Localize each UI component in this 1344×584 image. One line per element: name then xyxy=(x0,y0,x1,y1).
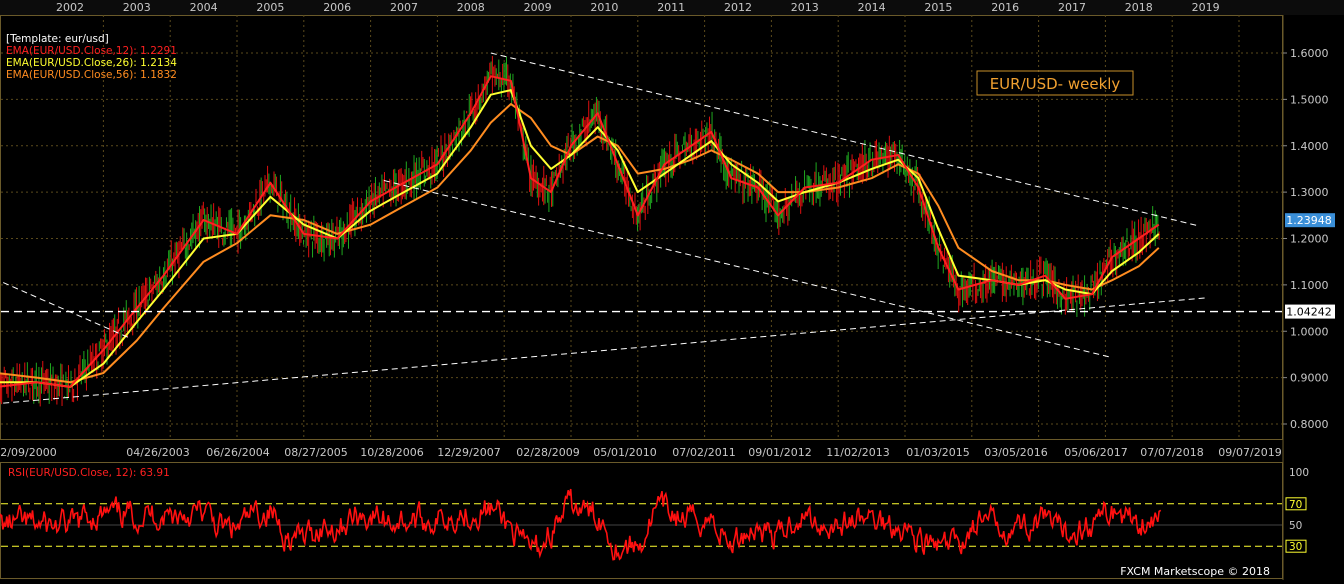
ema-lines xyxy=(0,75,1160,388)
price-tick-label: 1.0000 xyxy=(1290,325,1329,338)
rsi-line xyxy=(0,488,1162,561)
date-label: 07/02/2011 xyxy=(672,446,735,459)
date-label: 07/07/2018 xyxy=(1140,446,1203,459)
price-tick-label: 0.9000 xyxy=(1290,372,1329,385)
svg-text:1.23948: 1.23948 xyxy=(1286,214,1332,227)
price-tick-label: 1.3000 xyxy=(1290,186,1329,199)
price-tick-label: 1.2000 xyxy=(1290,233,1329,246)
svg-text:1.04242: 1.04242 xyxy=(1286,306,1332,319)
chart-title: EUR/USD- weekly xyxy=(990,75,1121,93)
price-axis: 1.6000 1.5000 1.4000 1.3000 1.2000 1.1000 1.00… xyxy=(1283,47,1329,431)
date-label: 06/26/2004 xyxy=(206,446,269,459)
date-label: 04/26/2003 xyxy=(126,446,189,459)
rsi-tick-label: 30 xyxy=(1289,541,1302,553)
year-label: 2006 xyxy=(323,1,351,14)
year-label: 2013 xyxy=(791,1,819,14)
date-label: 03/05/2016 xyxy=(984,446,1047,459)
date-label: 10/28/2006 xyxy=(360,446,423,459)
year-label: 2009 xyxy=(524,1,552,14)
date-label: 05/06/2017 xyxy=(1064,446,1127,459)
date-label: 05/01/2010 xyxy=(593,446,656,459)
legend-entry: EMA(EUR/USD.Close,56): 1.1832 xyxy=(6,69,177,81)
chart-title-box: EUR/USD- weekly xyxy=(976,70,1134,96)
chart-area[interactable]: 2002 2003 2004 2005 2006 2007 2008 2009 2010 2011… xyxy=(0,0,1344,580)
legend-entry: EMA(EUR/USD.Close,12): 1.2291 xyxy=(6,45,177,57)
support-level-badge: 1.04242 xyxy=(1285,304,1335,319)
date-label: 01/03/2015 xyxy=(906,446,969,459)
copyright: FXCM Marketscope © 2018 xyxy=(1120,565,1270,578)
year-label: 2005 xyxy=(256,1,284,14)
year-label: 2011 xyxy=(657,1,685,14)
date-axis: 12/09/2000 04/26/2003 06/26/2004 08/27/2005… xyxy=(0,446,1282,459)
ema-legend: EMA(EUR/USD.Close,12): 1.2291EMA(EUR/USD… xyxy=(6,45,177,81)
rsi-tick-label: 50 xyxy=(1289,520,1302,532)
date-label: 09/07/2019 xyxy=(1218,446,1281,459)
rsi-tick-label: 100 xyxy=(1289,467,1309,479)
price-tick-label: 1.1000 xyxy=(1290,279,1329,292)
price-tick-label: 1.6000 xyxy=(1290,47,1329,60)
year-label: 2012 xyxy=(724,1,752,14)
price-bars xyxy=(0,55,1160,407)
price-tick-label: 1.5000 xyxy=(1290,93,1329,106)
current-price-badge: 1.23948 xyxy=(1285,213,1335,228)
year-label: 2010 xyxy=(590,1,618,14)
legend-entry: EMA(EUR/USD.Close,26): 1.2134 xyxy=(6,57,177,69)
rsi-tick-label: 70 xyxy=(1289,499,1302,511)
rsi-series-line xyxy=(0,488,1162,561)
year-label: 2016 xyxy=(991,1,1019,14)
year-label: 2014 xyxy=(858,1,886,14)
date-label: 11/02/2013 xyxy=(826,446,889,459)
year-label: 2019 xyxy=(1192,1,1220,14)
long-term-support-trendline xyxy=(3,297,1206,404)
year-label: 2008 xyxy=(457,1,485,14)
date-label: 02/28/2009 xyxy=(516,446,579,459)
price-tick-label: 0.8000 xyxy=(1290,418,1329,431)
price-tick-label: 1.4000 xyxy=(1290,140,1329,153)
date-label: 12/29/2007 xyxy=(437,446,500,459)
year-label: 2015 xyxy=(924,1,952,14)
rsi-panel-border xyxy=(0,462,1283,579)
year-label: 2004 xyxy=(190,1,218,14)
year-label: 2002 xyxy=(56,1,84,14)
rsi-label: RSI(EUR/USD.Close, 12): 63.91 xyxy=(8,467,170,479)
year-label: 2017 xyxy=(1058,1,1086,14)
date-label: 12/09/2000 xyxy=(0,446,57,459)
year-label: 2018 xyxy=(1125,1,1153,14)
date-label: 08/27/2005 xyxy=(284,446,347,459)
template-label: [Template: eur/usd] xyxy=(6,33,109,45)
year-label: 2007 xyxy=(390,1,418,14)
ema-line xyxy=(0,75,1160,388)
year-label: 2003 xyxy=(123,1,151,14)
rsi-axis: 100 70 50 30 xyxy=(1285,467,1309,553)
date-label: 09/01/2012 xyxy=(748,446,811,459)
